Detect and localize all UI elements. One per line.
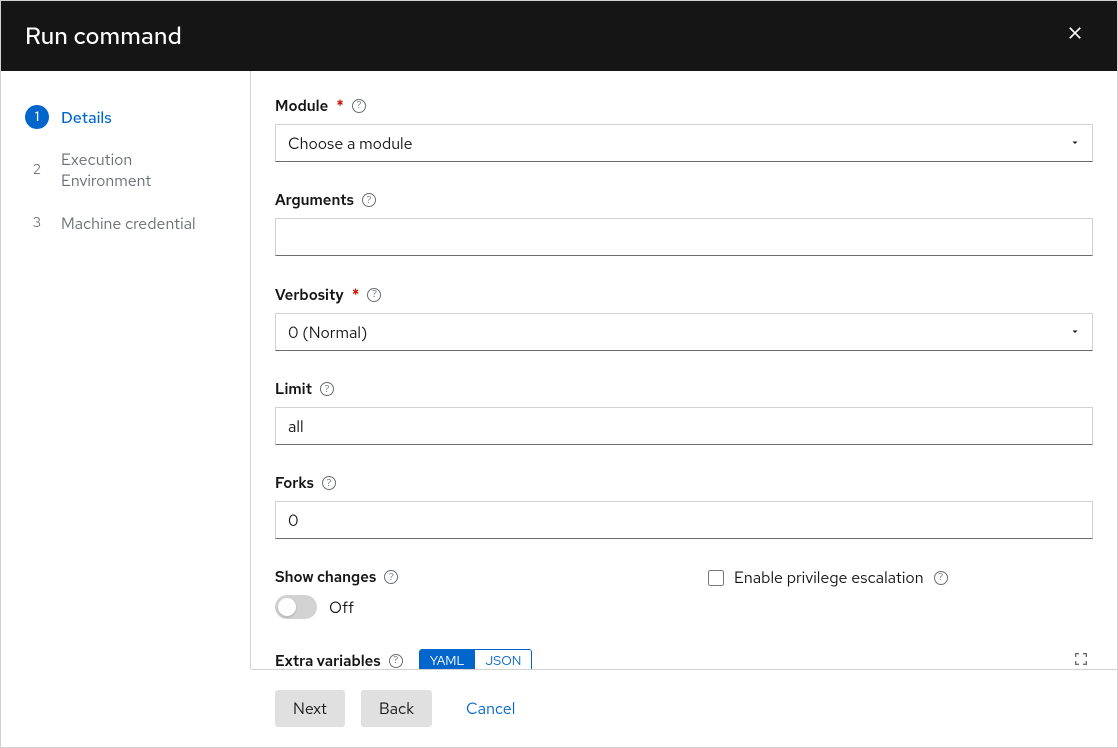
expand-button[interactable] <box>1069 647 1093 669</box>
wizard-step-machine-credential[interactable]: 3 Machine credential <box>17 201 234 245</box>
wizard-sidebar: 1 Details 2 Execution Environment 3 Mach… <box>1 71 251 669</box>
toggle-knob <box>278 598 296 616</box>
module-label: Module <box>275 96 328 116</box>
forks-input[interactable] <box>275 501 1093 539</box>
close-button[interactable] <box>1057 15 1093 57</box>
cancel-button[interactable]: Cancel <box>448 690 533 727</box>
privilege-escalation-checkbox[interactable] <box>708 570 724 586</box>
forks-label: Forks <box>275 473 314 493</box>
module-field-group: Module * ? Choose a module <box>275 95 1093 162</box>
verbosity-field-group: Verbosity * ? 0 (Normal) <box>275 284 1093 351</box>
step-label: Machine credential <box>61 213 196 234</box>
module-select[interactable]: Choose a module <box>275 124 1093 162</box>
help-icon[interactable]: ? <box>320 382 334 396</box>
step-number: 2 <box>25 158 49 182</box>
required-indicator: * <box>336 95 344 116</box>
json-toggle-button[interactable]: JSON <box>474 650 531 669</box>
limit-field-group: Limit ? <box>275 379 1093 445</box>
run-command-modal: Run command 1 Details 2 Execution Enviro… <box>0 0 1118 748</box>
show-changes-group: Show changes ? Off <box>275 567 660 619</box>
extra-variables-group: Extra variables ? YAML JSON <box>275 647 1093 669</box>
limit-input[interactable] <box>275 407 1093 445</box>
limit-label: Limit <box>275 379 312 399</box>
yaml-toggle-button[interactable]: YAML <box>420 650 475 669</box>
step-label: Execution Environment <box>61 149 226 191</box>
help-icon[interactable]: ? <box>367 288 381 302</box>
verbosity-select[interactable]: 0 (Normal) <box>275 313 1093 351</box>
extra-variables-label: Extra variables <box>275 651 381 670</box>
toggle-state-label: Off <box>329 597 354 618</box>
verbosity-label: Verbosity <box>275 285 344 305</box>
show-changes-label: Show changes <box>275 567 376 587</box>
arguments-input[interactable] <box>275 218 1093 256</box>
help-icon[interactable]: ? <box>934 571 948 585</box>
wizard-step-execution-environment[interactable]: 2 Execution Environment <box>17 139 234 201</box>
step-number: 1 <box>25 105 49 129</box>
back-button[interactable]: Back <box>361 690 432 727</box>
step-number: 3 <box>25 211 49 235</box>
help-icon[interactable]: ? <box>352 99 366 113</box>
toggle-row-group: Show changes ? Off Enable privilege esca… <box>275 567 1093 619</box>
help-icon[interactable]: ? <box>322 476 336 490</box>
required-indicator: * <box>352 284 360 305</box>
modal-title: Run command <box>25 21 182 52</box>
modal-footer: Next Back Cancel <box>251 669 1117 747</box>
arguments-field-group: Arguments ? <box>275 190 1093 256</box>
form-panel: Module * ? Choose a module Arguments <box>251 71 1117 669</box>
help-icon[interactable]: ? <box>389 654 403 668</box>
show-changes-toggle[interactable] <box>275 595 317 619</box>
close-icon <box>1065 23 1085 43</box>
privilege-escalation-group: Enable privilege escalation ? <box>708 567 1093 619</box>
forks-field-group: Forks ? <box>275 473 1093 539</box>
modal-header: Run command <box>1 1 1117 71</box>
help-icon[interactable]: ? <box>384 570 398 584</box>
wizard-step-details[interactable]: 1 Details <box>17 95 234 139</box>
format-toggle-group: YAML JSON <box>419 649 533 669</box>
step-label: Details <box>61 107 112 128</box>
next-button[interactable]: Next <box>275 690 345 727</box>
arguments-label: Arguments <box>275 190 354 210</box>
expand-icon <box>1073 651 1089 667</box>
modal-body: 1 Details 2 Execution Environment 3 Mach… <box>1 71 1117 669</box>
privilege-escalation-label: Enable privilege escalation <box>734 567 924 588</box>
help-icon[interactable]: ? <box>362 193 376 207</box>
